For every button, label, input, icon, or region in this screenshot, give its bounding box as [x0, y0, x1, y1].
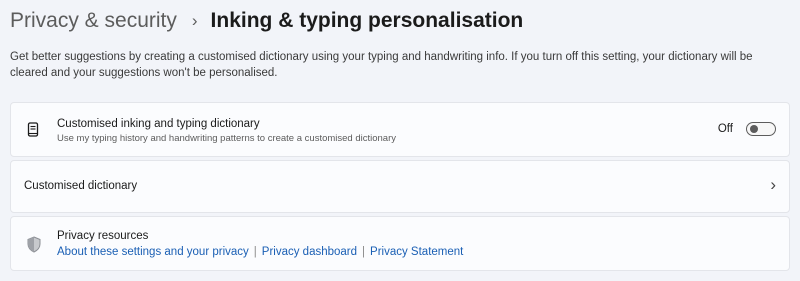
breadcrumb-parent-privacy-security[interactable]: Privacy & security [10, 6, 177, 36]
toggle-knob [750, 125, 758, 133]
privacy-resources-title: Privacy resources [57, 230, 149, 242]
setting-title: Customised inking and typing dictionary [57, 118, 260, 130]
link-privacy-statement[interactable]: Privacy Statement [370, 246, 463, 258]
breadcrumb-separator: › [191, 11, 198, 30]
customised-dictionary-row[interactable]: Customised dictionary › [10, 160, 790, 213]
privacy-resources-card: Privacy resources About these settings a… [10, 216, 790, 271]
setting-subtitle: Use my typing history and handwriting pa… [57, 133, 396, 144]
link-separator: | [362, 246, 366, 258]
setting-card-customised-dictionary: Customised inking and typing dictionary … [10, 102, 790, 157]
page-title: Inking & typing personalisation [210, 9, 524, 32]
privacy-links: About these settings and your privacy | … [57, 246, 463, 258]
chevron-right-icon[interactable]: › [770, 175, 776, 195]
shield-icon [26, 236, 42, 258]
link-separator: | [253, 246, 257, 258]
customised-dictionary-label: Customised dictionary [24, 180, 138, 192]
dictionary-toggle[interactable] [746, 122, 776, 136]
page-description: Get better suggestions by creating a cus… [10, 51, 753, 79]
breadcrumb: Privacy & security › Inking & typing per… [10, 6, 523, 36]
link-privacy-dashboard[interactable]: Privacy dashboard [262, 246, 357, 258]
link-about-settings-privacy[interactable]: About these settings and your privacy [57, 246, 249, 258]
toggle-state-label: Off [717, 123, 733, 135]
notebook-icon [26, 122, 40, 143]
